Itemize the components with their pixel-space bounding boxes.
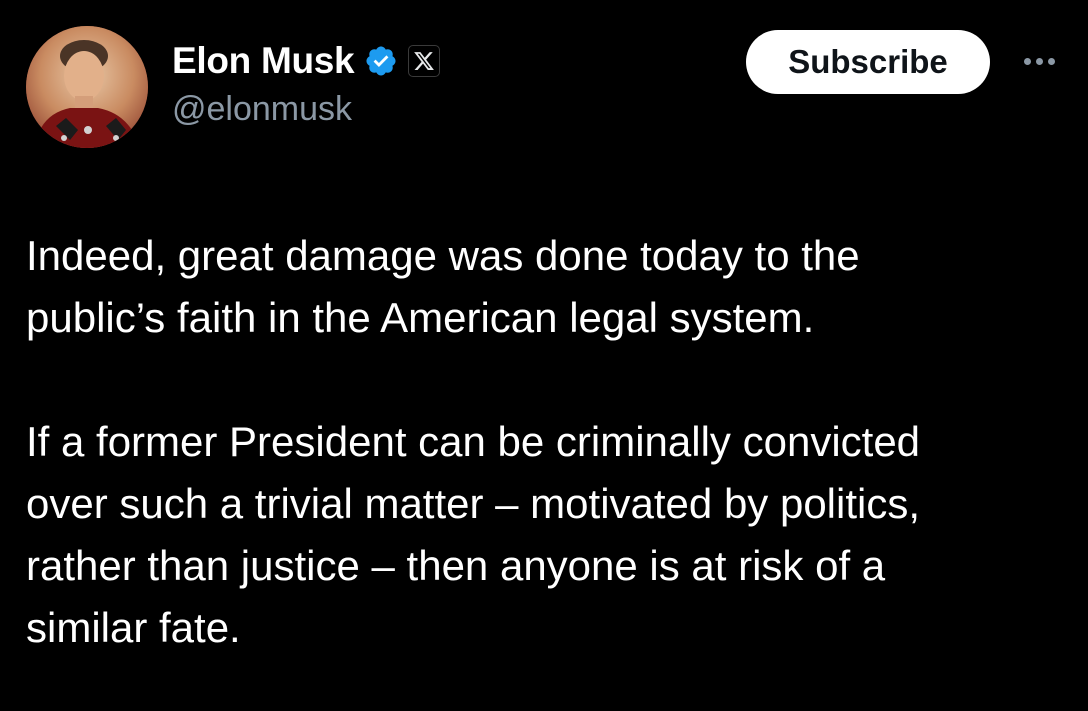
more-dot	[1047, 57, 1055, 65]
tweet-header: Elon Musk @elonmusk Subscribe	[24, 24, 1064, 154]
more-options-icon[interactable]	[1014, 46, 1064, 76]
avatar-image	[26, 26, 148, 148]
x-logo-icon[interactable]	[408, 45, 441, 77]
subscribe-button[interactable]: Subscribe	[746, 30, 990, 94]
more-dot	[1035, 57, 1043, 65]
author-info: Elon Musk @elonmusk	[172, 38, 441, 129]
author-handle[interactable]: @elonmusk	[172, 90, 440, 129]
verified-badge-icon[interactable]	[364, 44, 398, 78]
tweet-card: Elon Musk @elonmusk Subscribe Indeed, gr…	[0, 0, 1088, 711]
tweet-text: Indeed, great damage was done today to t…	[26, 232, 921, 651]
author-display-name[interactable]: Elon Musk	[172, 40, 355, 82]
author-name-row: Elon Musk	[172, 38, 441, 84]
more-dot	[1023, 57, 1031, 65]
avatar[interactable]	[26, 26, 148, 148]
